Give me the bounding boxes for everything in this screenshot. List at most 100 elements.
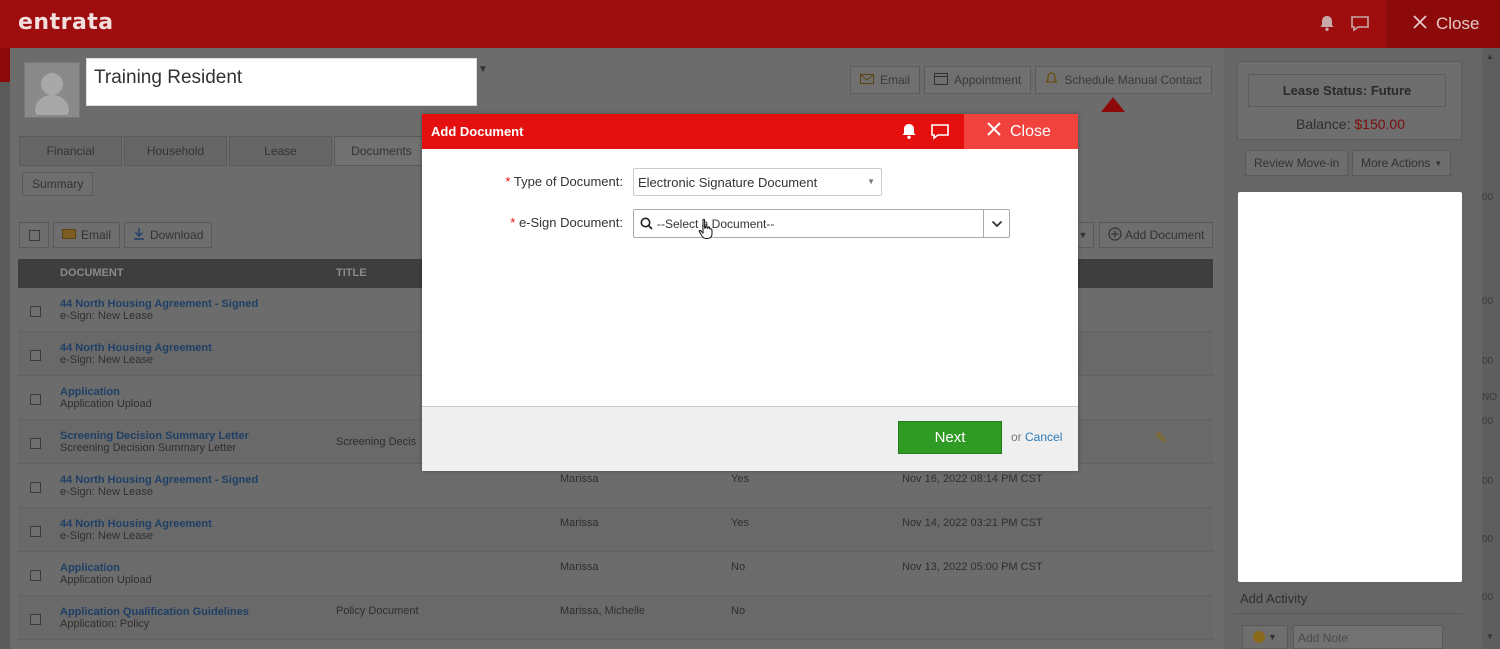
envelope-icon — [860, 73, 874, 87]
header-actions: Email Appointment Schedule Manual Contac… — [850, 66, 1212, 94]
document-subtitle: Application Upload — [60, 398, 152, 410]
or-text: or — [1011, 430, 1022, 444]
alert-triangle-icon — [1101, 97, 1125, 112]
appointment-action-button[interactable]: Appointment — [924, 66, 1032, 94]
type-of-document-select[interactable]: Electronic Signature Document ▼ — [633, 168, 882, 196]
document-link[interactable]: Application — [60, 562, 120, 574]
or-cancel: or Cancel — [1011, 430, 1062, 444]
cancel-link[interactable]: Cancel — [1025, 430, 1062, 444]
scroll-down-arrow-icon[interactable]: ▼ — [1486, 632, 1494, 641]
search-icon — [640, 217, 653, 233]
bell-icon[interactable] — [900, 122, 918, 143]
document-subtitle: e-Sign: New Lease — [60, 354, 153, 366]
right-edge-strip: 00 00 00 NO 00 00 00 00 — [1482, 48, 1500, 649]
top-bar: entrata Close — [0, 0, 1500, 48]
summary-subtab[interactable]: Summary — [22, 172, 94, 196]
balance: Balance: $150.00 — [1238, 116, 1463, 132]
document-subtitle: Screening Decision Summary Letter — [60, 442, 237, 454]
email-action-button[interactable]: Email — [850, 66, 921, 94]
esign-document-label: * e-Sign Document: — [510, 215, 623, 230]
top-close-button[interactable]: Close — [1386, 0, 1500, 48]
add-document-button[interactable]: Add Document — [1099, 222, 1214, 248]
tab-financial[interactable]: Financial — [19, 136, 122, 166]
header-document[interactable]: DOCUMENT — [60, 267, 124, 279]
download-label: Download — [150, 228, 204, 242]
signed-cell: Yes — [731, 517, 749, 529]
tab-documents[interactable]: Documents — [334, 136, 429, 166]
document-link[interactable]: Screening Decision Summary Letter — [60, 430, 249, 442]
select-all-checkbox[interactable] — [19, 222, 49, 248]
caret-down-icon: ▼ — [1434, 158, 1443, 168]
uploaded-by-cell: Marissa, Michelle — [560, 605, 645, 617]
activity-type-dropdown[interactable]: ▼ — [1242, 625, 1288, 649]
bell-icon[interactable] — [1318, 14, 1336, 35]
document-subtitle: e-Sign: New Lease — [60, 486, 153, 498]
header-title[interactable]: TITLE — [336, 267, 367, 279]
chat-icon[interactable] — [930, 122, 950, 143]
add-document-label: Add Document — [1125, 228, 1205, 242]
row-checkbox[interactable] — [30, 614, 41, 625]
email-documents-button[interactable]: Email — [53, 222, 121, 248]
documents-toolbar: Email Download — [19, 222, 213, 248]
avatar[interactable] — [24, 62, 80, 118]
caret-down-icon: ▼ — [867, 177, 875, 186]
caret-down-icon[interactable]: ▼ — [478, 64, 488, 75]
table-row[interactable]: 44 North Housing Agreement e-Sign: New L… — [18, 508, 1213, 552]
document-link[interactable]: 44 North Housing Agreement — [60, 342, 212, 354]
appointment-action-label: Appointment — [954, 73, 1022, 87]
row-checkbox[interactable] — [30, 482, 41, 493]
row-checkbox[interactable] — [30, 438, 41, 449]
document-link[interactable]: Application Qualification Guidelines — [60, 606, 249, 618]
review-move-in-button[interactable]: Review Move-in — [1245, 150, 1349, 176]
pencil-icon[interactable]: ✎ — [1155, 429, 1168, 447]
add-note-input[interactable]: Add Note — [1293, 625, 1443, 649]
close-icon — [986, 121, 1002, 142]
modal-header: Add Document Close — [422, 114, 1078, 149]
add-document-modal: Add Document Close * Type of Document: E… — [422, 114, 1078, 471]
modal-close-button[interactable]: Close — [964, 114, 1078, 149]
date-cell: Nov 13, 2022 05:00 PM CST — [902, 561, 1043, 573]
uploaded-by-cell: Marissa — [560, 473, 599, 485]
balance-amount[interactable]: $150.00 — [1354, 116, 1405, 132]
document-link[interactable]: 44 North Housing Agreement - Signed — [60, 298, 258, 310]
tab-lease[interactable]: Lease — [229, 136, 332, 166]
document-link[interactable]: Application — [60, 386, 120, 398]
row-checkbox[interactable] — [30, 350, 41, 361]
date-cell: Nov 16, 2022 08:14 PM CST — [902, 473, 1043, 485]
document-link[interactable]: 44 North Housing Agreement - Signed — [60, 474, 258, 486]
document-link[interactable]: 44 North Housing Agreement — [60, 518, 212, 530]
hand-cursor-icon — [698, 218, 714, 243]
scroll-up-arrow-icon[interactable]: ▲ — [1486, 52, 1494, 61]
table-row[interactable]: Application Qualification Guidelines App… — [18, 596, 1213, 640]
download-button[interactable]: Download — [124, 222, 213, 248]
bell-icon — [1045, 71, 1059, 89]
next-button[interactable]: Next — [898, 421, 1002, 454]
balance-label: Balance: — [1296, 116, 1351, 132]
email-documents-label: Email — [81, 228, 112, 242]
signed-cell: Yes — [731, 473, 749, 485]
signed-cell: No — [731, 605, 746, 617]
more-actions-label: More Actions — [1361, 156, 1431, 170]
row-checkbox[interactable] — [30, 526, 41, 537]
row-checkbox[interactable] — [30, 570, 41, 581]
plus-circle-icon — [1108, 226, 1122, 244]
type-of-document-value: Electronic Signature Document — [638, 175, 818, 190]
date-cell: Nov 14, 2022 03:21 PM CST — [902, 517, 1043, 529]
lease-status: Lease Status: Future — [1248, 74, 1446, 107]
calendar-icon — [934, 72, 949, 88]
row-checkbox[interactable] — [30, 394, 41, 405]
resident-name[interactable]: Training Resident — [86, 58, 477, 106]
activity-type-icon — [1253, 631, 1266, 643]
type-of-document-label: * Type of Document: — [505, 174, 623, 189]
schedule-contact-action-button[interactable]: Schedule Manual Contact — [1035, 66, 1212, 94]
row-checkbox[interactable] — [30, 306, 41, 317]
more-actions-button[interactable]: More Actions ▼ — [1352, 150, 1452, 176]
entrata-logo[interactable]: entrata — [18, 10, 114, 35]
esign-document-select[interactable]: --Select a Document-- — [633, 209, 1010, 238]
chat-icon[interactable] — [1350, 14, 1370, 35]
chevron-down-icon[interactable] — [991, 218, 1003, 232]
table-row[interactable]: Application Application Upload Marissa N… — [18, 552, 1213, 596]
tab-household[interactable]: Household — [124, 136, 227, 166]
lease-status-card: Lease Status: Future Balance: $150.00 — [1237, 61, 1462, 140]
download-icon — [133, 227, 145, 243]
